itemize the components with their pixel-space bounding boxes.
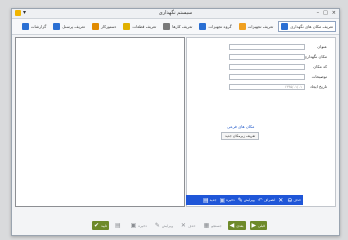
ribbon-tab-icon (53, 23, 61, 30)
form-field-label: توضیحات (311, 74, 327, 79)
footer-icon: ▦ (203, 222, 210, 229)
footer-icon: ▶ (251, 222, 257, 229)
toolbar-label: جدید (209, 198, 217, 202)
ribbon-tab[interactable]: تعریف کارها (161, 22, 194, 31)
footer-label: حذف (187, 223, 196, 228)
footer-button[interactable]: ▣ ذخیره (129, 221, 149, 230)
ribbon-tab-icon (281, 23, 289, 30)
maximize-button[interactable]: □ (323, 10, 328, 16)
ribbon-tab-label: گزارشات (30, 24, 47, 29)
toolbar-label: ویرایش (243, 198, 255, 202)
footer-icon: ▤ (114, 222, 121, 229)
toolbar-icon: ✕ (278, 196, 284, 204)
details-form-pane: مکان های فرعی تعریف زیرمکان جدید عنوان مک… (186, 37, 336, 207)
panel-toolbar: ⊖ حذف ✕ ↶ انصراف ✎ ویرایش ▣ ذخیره ▤ جدید (186, 195, 303, 205)
ribbon-tab[interactable]: گزارشات (20, 22, 49, 31)
footer-button[interactable]: ✔ تایید (92, 221, 109, 230)
ribbon-tab-label: تعریف پرسنل (62, 24, 85, 29)
footer-icon: ✎ (154, 222, 160, 229)
form-row: کد مکان (207, 64, 327, 71)
ribbon-tab-label: گروه تجهیزات (208, 24, 232, 29)
ribbon-tab-label: تعریف کارها (172, 24, 193, 29)
footer-label: بعدی (236, 223, 244, 228)
footer-button[interactable]: ▶ قبلی (249, 221, 267, 230)
title-bar: ▾ سیستم نگهداری – □ × (12, 9, 339, 19)
ribbon-tab-icon (163, 23, 171, 30)
form-field-input[interactable] (229, 64, 305, 70)
footer-toolbar: ✔ تایید ▤ ▣ ذخیره ✎ ویرایش ✕ حذف ▦ جستجو ◀ بعدی ▶ قبلی (92, 220, 267, 231)
window-controls: – □ × (317, 10, 336, 16)
ribbon-tab[interactable]: تعریف مکان های نگهداری (278, 21, 336, 32)
ribbon-bar: تعریف مکان های نگهداری تعریف تجهیزات گروه … (12, 19, 339, 35)
footer-icon: ◀ (229, 222, 235, 229)
form-field-label: مکان نگهداری (303, 54, 327, 59)
footer-button[interactable]: ◀ بعدی (227, 221, 246, 230)
window-title: سیستم نگهداری (158, 10, 193, 16)
footer-button[interactable]: ▤ (113, 221, 125, 230)
minimize-button[interactable]: – (317, 10, 320, 16)
ribbon-tab-icon (238, 23, 246, 30)
toolbar-icon: ⊖ (287, 196, 293, 204)
panel-toolbar-button[interactable]: ▤ جدید (203, 197, 216, 204)
close-button[interactable]: × (332, 10, 336, 16)
footer-icon: ✔ (94, 222, 100, 229)
panel-toolbar-button[interactable]: ▣ ذخیره (219, 197, 234, 204)
form-field-input[interactable]: ۱۳۹۵/۰۱/۰۱ (229, 84, 305, 90)
footer-label: جستجو (211, 223, 222, 228)
toolbar-label: ذخیره (226, 198, 235, 202)
toolbar-icon: ▣ (219, 196, 226, 204)
toolbar-icon: ✎ (237, 196, 243, 204)
ribbon-tab-icon (91, 23, 99, 30)
toolbar-label: انصراف (263, 198, 276, 202)
form-row: مکان نگهداری (207, 54, 327, 61)
main-window: ▾ سیستم نگهداری – □ × تعریف مکان های نگه… (11, 8, 340, 236)
form-row: توضیحات (207, 74, 327, 81)
panel-toolbar-button[interactable]: ✎ ویرایش (238, 197, 255, 204)
footer-icon: ✕ (180, 222, 186, 229)
form-field-input[interactable] (229, 74, 305, 80)
footer-button[interactable]: ✎ ویرایش (153, 221, 175, 230)
form-field-label: کد مکان (313, 64, 327, 69)
locations-tree-pane[interactable] (15, 37, 185, 207)
ribbon-tab-icon (123, 23, 131, 30)
panel-toolbar-button[interactable]: ↶ انصراف (258, 197, 276, 204)
form-row: عنوان (207, 44, 327, 51)
form-field-label: عنوان (317, 44, 327, 49)
ribbon-tab-icon (21, 23, 29, 30)
sub-locations-link[interactable]: مکان های فرعی (227, 124, 254, 129)
footer-button[interactable]: ✕ حذف (179, 221, 198, 230)
ribbon-tab[interactable]: تعریف قطعات (121, 22, 158, 31)
footer-icon: ▣ (130, 222, 137, 229)
form-row: تاریخ ایجاد ۱۳۹۵/۰۱/۰۱ (207, 84, 327, 91)
footer-label: ذخیره (138, 223, 147, 228)
form-field-input[interactable] (229, 54, 305, 60)
footer-label: ویرایش (161, 223, 173, 228)
ribbon-tab-label: تعریف قطعات (132, 24, 157, 29)
toolbar-icon: ▤ (203, 196, 209, 204)
form-field-label: تاریخ ایجاد (309, 84, 327, 89)
footer-label: قبلی (258, 223, 265, 228)
ribbon-tab[interactable]: تعریف پرسنل (51, 22, 87, 31)
ribbon-tab[interactable]: دستورکار (90, 22, 118, 31)
form-field-input[interactable] (229, 44, 305, 50)
ribbon-tab[interactable]: گروه تجهیزات (197, 22, 233, 31)
footer-button[interactable]: ▦ جستجو (202, 221, 224, 230)
ribbon-tab[interactable]: تعریف تجهیزات (237, 22, 276, 31)
ribbon-tab-label: تعریف تجهیزات (247, 24, 274, 29)
toolbar-label: حذف (293, 198, 301, 202)
ribbon-tab-icon (199, 23, 207, 30)
ribbon-tab-label: تعریف مکان های نگهداری (290, 24, 333, 29)
footer-label: تایید (101, 223, 107, 228)
panel-toolbar-button[interactable]: ✕ (278, 197, 284, 204)
panel-toolbar-button[interactable]: ⊖ حذف (287, 197, 301, 204)
toolbar-icon: ↶ (257, 196, 263, 204)
ribbon-tab-label: دستورکار (100, 24, 117, 29)
add-sub-location-button[interactable]: تعریف زیرمکان جدید (221, 132, 260, 140)
